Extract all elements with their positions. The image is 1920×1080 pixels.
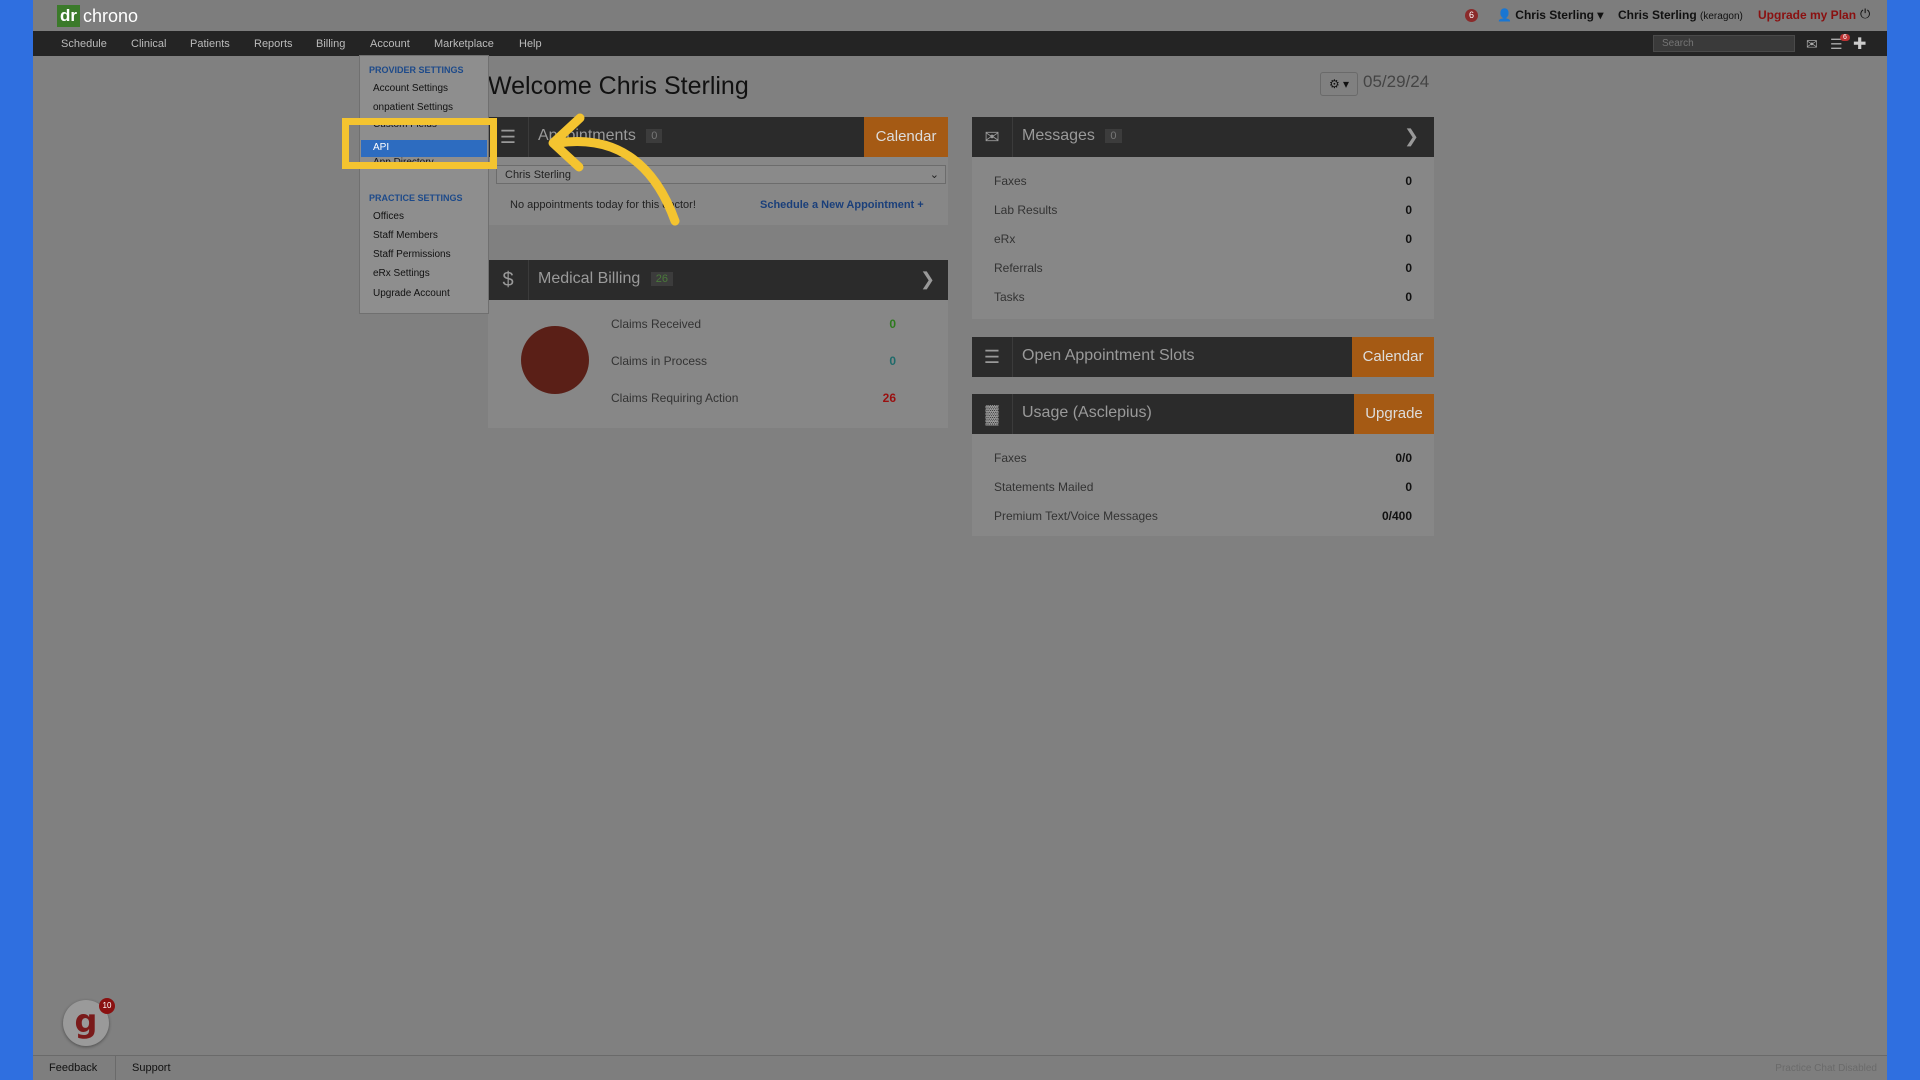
usage-panel-body: Faxes 0/0 Statements Mailed 0 Premium Text… (972, 434, 1434, 536)
usage-value: 0/400 (1381, 509, 1412, 523)
open-slots-title: Open Appointment Slots (1022, 347, 1195, 364)
claim-row: Claims in Process 0 (611, 354, 896, 368)
usage-label: Premium Text/Voice Messages (994, 509, 1158, 523)
open-slots-calendar-button[interactable]: Calendar (1352, 337, 1434, 377)
billing-title-label: Medical Billing (538, 270, 641, 287)
message-value: 0 (1405, 203, 1412, 217)
message-label: Lab Results (994, 203, 1058, 217)
account-name: Chris Sterling (keragon) (1618, 8, 1743, 22)
message-row[interactable]: Lab Results 0 (994, 203, 1412, 217)
messages-title-label: Messages (1022, 127, 1095, 144)
claim-value: 0 (889, 317, 896, 331)
claim-label: Claims Requiring Action (611, 391, 739, 405)
feedback-link[interactable]: Feedback (49, 1062, 97, 1074)
message-row[interactable]: Tasks 0 (994, 290, 1412, 304)
chevron-down-icon: ▾ (1597, 8, 1604, 22)
message-value: 0 (1405, 174, 1412, 188)
menu-item-erx-settings[interactable]: eRx Settings (373, 268, 430, 279)
mail-icon[interactable]: ✉ (1806, 36, 1818, 53)
claims-pie-chart (521, 326, 589, 394)
usage-label: Statements Mailed (994, 480, 1094, 494)
menu-item-upgrade-account[interactable]: Upgrade Account (373, 288, 450, 299)
usage-value: 0 (1405, 480, 1412, 494)
guide-launcher-button[interactable]: g 10 (63, 998, 115, 1046)
power-icon[interactable]: ⏻ (1860, 6, 1870, 22)
app-window: dr chrono 6 👤 Chris Sterling ▾ Chris Ste… (33, 0, 1887, 1080)
envelope-icon: ✉ (972, 117, 1013, 157)
usage-panel-header: ▓ Usage (Asclepius) Upgrade (972, 394, 1434, 434)
schedule-appointment-link[interactable]: Schedule a New Appointment + (760, 199, 924, 211)
billing-title: Medical Billing 26 (538, 270, 673, 288)
footer-divider (115, 1056, 116, 1080)
chevron-right-icon[interactable]: ❯ (1404, 126, 1419, 147)
usage-upgrade-button[interactable]: Upgrade (1354, 394, 1434, 434)
user-icon: 👤 (1497, 8, 1512, 22)
message-value: 0 (1405, 232, 1412, 246)
claim-row: Claims Requiring Action 26 (611, 391, 896, 405)
user-menu[interactable]: 👤 Chris Sterling ▾ (1497, 8, 1603, 22)
account-name-label: Chris Sterling (1618, 8, 1697, 22)
current-date: 05/29/24 (1363, 72, 1430, 91)
upgrade-plan-link[interactable]: Upgrade my Plan (1758, 8, 1856, 22)
plus-icon[interactable]: ✚ (1853, 34, 1866, 54)
account-sub: (keragon) (1700, 11, 1743, 22)
billing-count: 26 (650, 271, 673, 286)
message-row[interactable]: Faxes 0 (994, 174, 1412, 188)
usage-row: Statements Mailed 0 (994, 480, 1412, 494)
usage-title: Usage (Asclepius) (1022, 404, 1152, 421)
messages-title: Messages 0 (1022, 127, 1122, 145)
messages-panel-header[interactable]: ✉ Messages 0 ❯ (972, 117, 1434, 157)
appointments-calendar-button[interactable]: Calendar (864, 117, 948, 157)
message-value: 0 (1405, 261, 1412, 275)
usage-label: Faxes (994, 451, 1027, 465)
message-row[interactable]: Referrals 0 (994, 261, 1412, 275)
usage-row: Faxes 0/0 (994, 451, 1412, 465)
claim-value: 26 (882, 391, 896, 405)
billing-panel-header[interactable]: $ Medical Billing 26 ❯ (488, 260, 948, 300)
chevron-down-icon: ⌄ (929, 169, 939, 181)
message-label: Faxes (994, 174, 1027, 188)
notification-badge[interactable]: 6 (1465, 9, 1478, 22)
support-link[interactable]: Support (132, 1062, 171, 1074)
footer-bar: Feedback Support Practice Chat Disabled (33, 1055, 1887, 1080)
message-label: Tasks (994, 290, 1025, 304)
messages-panel-body: Faxes 0 Lab Results 0 eRx 0 Referrals 0 Task… (972, 157, 1434, 319)
search-input[interactable] (1653, 35, 1795, 52)
tutorial-arrow-icon (548, 113, 680, 226)
list-icon: ☰ (972, 337, 1013, 377)
gear-icon: ⚙ (1328, 77, 1340, 91)
open-slots-panel-header: ☰ Open Appointment Slots Calendar (972, 337, 1434, 377)
message-row[interactable]: eRx 0 (994, 232, 1412, 246)
message-label: eRx (994, 232, 1016, 246)
usage-row: Premium Text/Voice Messages 0/400 (994, 509, 1412, 523)
guide-logo-icon: g (74, 1002, 98, 1040)
bar-chart-icon: ▓ (972, 394, 1013, 434)
user-menu-label: Chris Sterling (1515, 8, 1594, 22)
practice-chat-status: Practice Chat Disabled (1775, 1063, 1877, 1074)
billing-panel-body: Claims Received 0 Claims in Process 0 Cl… (488, 300, 948, 428)
message-label: Referrals (994, 261, 1043, 275)
claim-label: Claims in Process (611, 354, 708, 368)
dollar-icon: $ (488, 260, 529, 300)
claim-label: Claims Received (611, 317, 702, 331)
guide-count-badge: 10 (99, 998, 115, 1014)
tasks-badge: 6 (1840, 34, 1850, 41)
settings-gear-button[interactable]: ⚙ ▾ (1320, 72, 1358, 96)
message-value: 0 (1405, 290, 1412, 304)
chevron-right-icon[interactable]: ❯ (920, 269, 935, 290)
messages-count: 0 (1105, 128, 1122, 143)
usage-value: 0/0 (1395, 451, 1412, 465)
claim-row: Claims Received 0 (611, 317, 896, 331)
claim-value: 0 (889, 354, 896, 368)
